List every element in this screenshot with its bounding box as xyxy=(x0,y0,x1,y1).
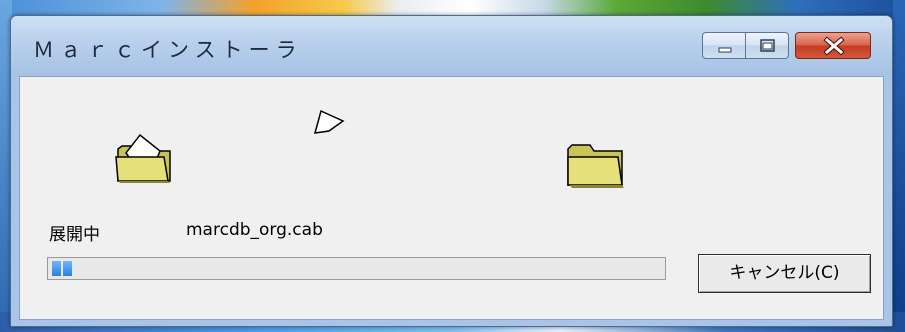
folder-icon xyxy=(567,144,624,188)
title-bar[interactable]: Ｍａｒｃインストーラ xyxy=(11,16,892,76)
dialog-content: 展開中 marcdb_org.cab キャンセル(C) xyxy=(19,76,884,320)
flying-document-icon xyxy=(313,109,345,134)
open-folder-icon xyxy=(115,133,171,183)
close-button[interactable] xyxy=(795,32,871,59)
close-icon xyxy=(823,36,845,56)
progress-bar-fill xyxy=(52,261,74,276)
maximize-icon xyxy=(760,39,775,52)
current-file-name: marcdb_org.cab xyxy=(186,220,323,240)
minimize-icon xyxy=(718,47,732,53)
window-title: Ｍａｒｃインストーラ xyxy=(33,38,303,62)
progress-bar xyxy=(47,257,666,280)
maximize-button[interactable] xyxy=(745,32,789,59)
minimize-button[interactable] xyxy=(702,32,746,59)
status-label: 展開中 xyxy=(49,225,100,245)
cancel-button[interactable]: キャンセル(C) xyxy=(698,254,871,293)
desktop-background-right xyxy=(893,0,905,332)
progress-block xyxy=(52,261,61,276)
progress-block xyxy=(63,261,72,276)
installer-window: Ｍａｒｃインストーラ 展開中 marcdb_org.cab キャンセル(C) xyxy=(10,15,893,327)
